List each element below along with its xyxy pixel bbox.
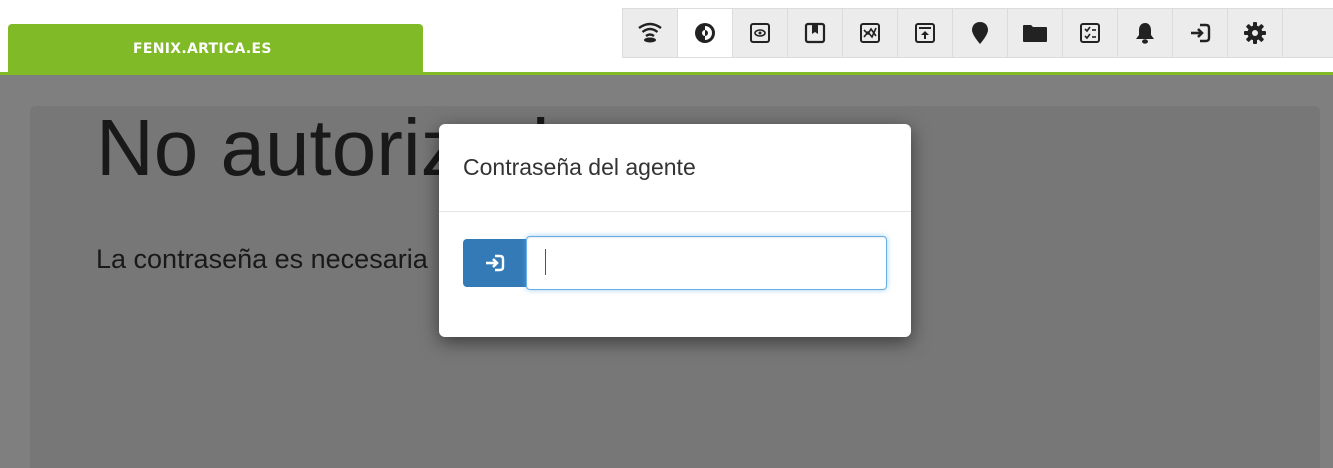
chart-box-icon [860, 23, 880, 43]
page: FENIX.ARTICA.ES Contraseña del agente [0, 0, 1333, 468]
toolbar-button-settings[interactable] [1228, 9, 1283, 57]
folder-icon [1023, 25, 1047, 42]
bookmark-box-icon [804, 22, 826, 44]
checklist-icon [1080, 23, 1100, 43]
toolbar [622, 8, 1333, 58]
upload-box-icon [915, 23, 935, 43]
toolbar-button-location[interactable] [953, 9, 1008, 57]
password-input[interactable] [526, 236, 887, 290]
modal-header: Contraseña del agente [439, 124, 911, 212]
top-header: FENIX.ARTICA.ES [0, 0, 1333, 75]
site-tab[interactable]: FENIX.ARTICA.ES [8, 24, 423, 74]
map-marker-icon [972, 22, 988, 44]
toolbar-button-monitor[interactable] [733, 9, 788, 57]
toolbar-button-graphs[interactable] [843, 9, 898, 57]
modal-title: Contraseña del agente [463, 154, 696, 180]
submit-password-button[interactable] [463, 239, 526, 287]
login-icon [485, 254, 504, 272]
gear-icon [1244, 22, 1266, 44]
password-input-group [463, 236, 887, 290]
toolbar-button-alerts[interactable] [1118, 9, 1173, 57]
logout-icon [1191, 23, 1211, 43]
toolbar-button-view[interactable] [678, 9, 733, 57]
wifi-signal-icon [638, 22, 662, 43]
eye-contrast-icon [695, 23, 715, 43]
text-caret [545, 249, 546, 275]
site-tab-label: FENIX.ARTICA.ES [133, 41, 272, 57]
toolbar-button-files[interactable] [1008, 9, 1063, 57]
toolbar-button-upload[interactable] [898, 9, 953, 57]
toolbar-button-wifi[interactable] [623, 9, 678, 57]
toolbar-button-events[interactable] [788, 9, 843, 57]
password-modal: Contraseña del agente [439, 124, 911, 337]
eye-box-icon [750, 23, 770, 43]
bell-icon [1136, 23, 1154, 44]
toolbar-button-logout[interactable] [1173, 9, 1228, 57]
toolbar-button-tasks[interactable] [1063, 9, 1118, 57]
